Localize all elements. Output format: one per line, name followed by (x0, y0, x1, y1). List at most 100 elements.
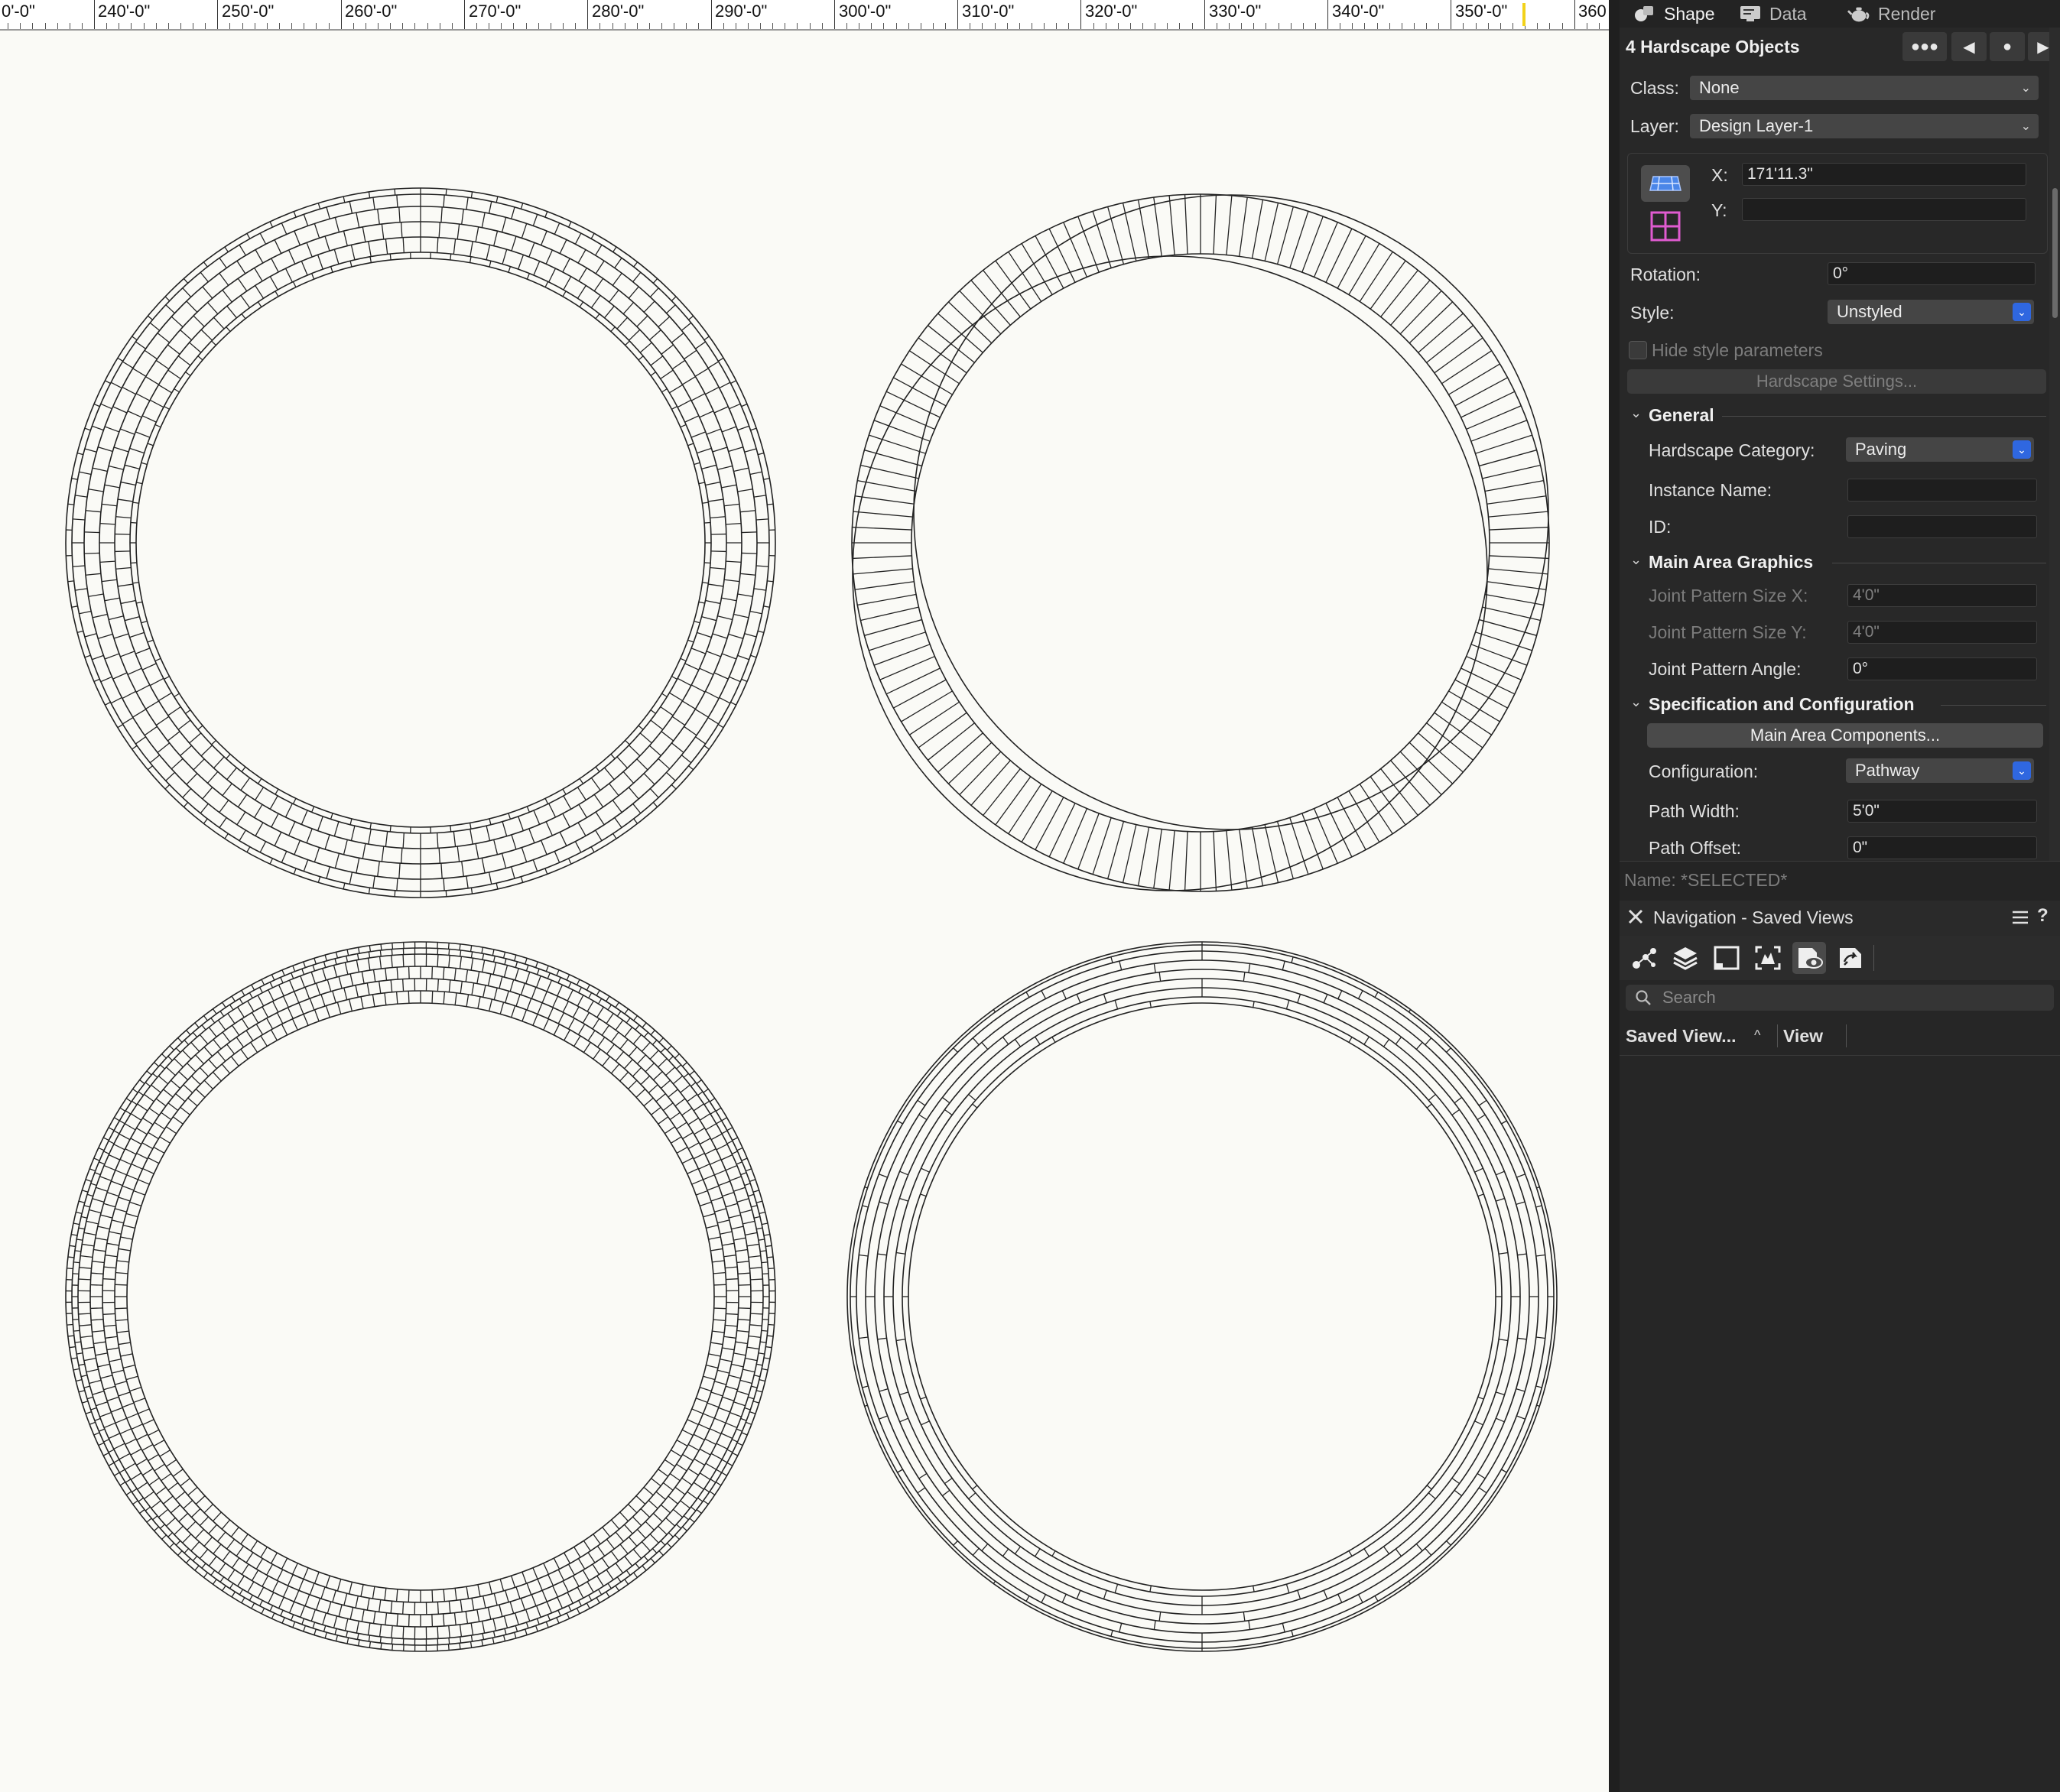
ruler-label: 260'-0" (345, 2, 398, 21)
rotation-field[interactable]: 0° (1828, 262, 2036, 285)
nav-tool-references[interactable] (1834, 942, 1867, 974)
grid-pattern-icon[interactable] (1650, 211, 1681, 246)
saved-view-eye-icon (1798, 948, 1823, 969)
object-info-palette: Shape Data Render 4 Hardscape Objects ●●… (1620, 0, 2060, 901)
chevron-down-icon[interactable]: ⌄ (1630, 405, 1642, 421)
selection-title: 4 Hardscape Objects (1626, 37, 1800, 57)
layer-dropdown[interactable]: Design Layer-1 ⌄ (1690, 114, 2039, 138)
palette-tabbar: Shape Data Render (1620, 0, 2060, 28)
x-field[interactable]: 171'11.3" (1742, 163, 2026, 186)
drawing-canvas[interactable]: 0'-0" 240'-0" 250'-0" 260'-0" 270'-0" 28… (0, 0, 1609, 1792)
section-divider (1722, 416, 2046, 417)
scrollbar-thumb[interactable] (2052, 188, 2058, 318)
classes-network-icon (1633, 948, 1656, 969)
chevron-down-icon: ⌄ (2013, 440, 2031, 459)
ruler-label: 280'-0" (592, 2, 645, 21)
ruler-label: 310'-0" (962, 2, 1015, 21)
column-saved-view[interactable]: Saved View... (1626, 1026, 1736, 1047)
path-offset-label: Path Offset: (1649, 838, 1742, 858)
column-divider (1846, 1024, 1847, 1047)
path-offset-field[interactable]: 0" (1847, 836, 2037, 859)
hardscape-category-dropdown[interactable]: Paving ⌄ (1846, 437, 2034, 462)
nav-tool-layers[interactable] (1668, 942, 1702, 974)
shape-icon (1633, 4, 1656, 24)
id-field[interactable] (1847, 515, 2037, 538)
name-label: Name: (1624, 870, 1676, 890)
viewport-icon (1755, 946, 1781, 970)
joint-pattern-y-label: Joint Pattern Size Y: (1649, 622, 1807, 642)
chevron-down-icon: ⌄ (2020, 82, 2031, 95)
joint-pattern-x-field: 4'0" (1847, 584, 2037, 607)
chevron-down-icon[interactable]: ⌄ (1630, 552, 1642, 568)
tab-data[interactable]: Data (1739, 0, 1807, 28)
ruler-label: 290'-0" (715, 2, 768, 21)
nav-tool-sheet-layers[interactable] (1710, 942, 1743, 974)
column-view[interactable]: View (1783, 1026, 1823, 1047)
hardscape-ring-concentric-bands[interactable] (846, 941, 1558, 1652)
hardscape-ring-small-pavers[interactable] (65, 941, 776, 1652)
panel-divider[interactable] (1609, 0, 1620, 1792)
joint-pattern-angle-field[interactable]: 0° (1847, 657, 2037, 680)
sheet-layer-icon (1714, 946, 1740, 970)
saved-views-column-header: Saved View... ^ View (1620, 1017, 2060, 1056)
triangle-left-icon: ◀ (1963, 38, 1975, 56)
path-width-field[interactable]: 5'0" (1847, 800, 2037, 823)
ellipsis-icon: ●●● (1910, 37, 1939, 55)
style-dropdown[interactable]: Unstyled ⌄ (1828, 300, 2034, 324)
saved-views-search-input[interactable]: Search (1626, 985, 2054, 1011)
teapot-icon (1847, 4, 1870, 24)
configuration-dropdown[interactable]: Pathway ⌄ (1846, 758, 2034, 783)
search-placeholder: Search (1662, 988, 1716, 1007)
nav-tool-saved-views[interactable] (1792, 942, 1826, 974)
ruler-label: 360 (1578, 2, 1607, 21)
class-dropdown[interactable]: None ⌄ (1690, 76, 2039, 100)
menu-icon[interactable] (2011, 908, 2029, 930)
navigation-title: Navigation - Saved Views (1653, 907, 1854, 927)
palette-scrollbar[interactable] (2049, 28, 2060, 861)
y-field[interactable] (1742, 198, 2026, 221)
current-object-button[interactable]: ● (1990, 32, 2025, 61)
nav-tool-viewports[interactable] (1751, 942, 1785, 974)
general-section-title[interactable]: General (1649, 405, 1714, 426)
layers-icon (1673, 947, 1698, 970)
triangle-right-icon: ▶ (2037, 38, 2049, 56)
section-divider (1941, 705, 2046, 706)
name-value[interactable]: *SELECTED* (1681, 870, 1787, 891)
hardscape-plan-icon[interactable] (1641, 165, 1690, 202)
chevron-down-icon[interactable]: ⌄ (1630, 694, 1642, 710)
rotation-label: Rotation: (1630, 265, 1701, 284)
hardscape-drawing[interactable] (0, 31, 1609, 1792)
main-area-components-button[interactable]: Main Area Components... (1647, 723, 2043, 748)
x-label: X: (1711, 165, 1728, 185)
ruler-cursor-marker (1522, 3, 1526, 26)
specification-section-title[interactable]: Specification and Configuration (1649, 694, 1915, 715)
ruler-label: 340'-0" (1332, 2, 1385, 21)
nav-tool-classes[interactable] (1627, 942, 1661, 974)
help-icon[interactable]: ? (2037, 905, 2049, 927)
ruler-label: 330'-0" (1209, 2, 1262, 21)
hardscape-category-label: Hardscape Category: (1649, 440, 1815, 460)
ruler-label: 240'-0" (98, 2, 151, 21)
toolbar-divider (1873, 945, 1874, 971)
ruler-label: 0'-0" (2, 2, 35, 21)
hardscape-ring-running-bond[interactable] (65, 187, 776, 898)
sort-ascending-icon[interactable]: ^ (1754, 1027, 1760, 1044)
hardscape-settings-button[interactable]: Hardscape Settings... (1627, 369, 2046, 394)
y-label: Y: (1711, 200, 1727, 220)
main-area-graphics-section-title[interactable]: Main Area Graphics (1649, 552, 1813, 573)
close-icon[interactable] (1626, 907, 1646, 930)
joint-pattern-x-label: Joint Pattern Size X: (1649, 586, 1808, 605)
tab-render[interactable]: Render (1847, 0, 1935, 28)
previous-object-button[interactable]: ◀ (1951, 32, 1987, 61)
tab-data-label: Data (1769, 3, 1807, 24)
ruler-label: 250'-0" (222, 2, 275, 21)
ruler-label: 350'-0" (1455, 2, 1508, 21)
navigation-toolbar (1620, 936, 2060, 980)
tab-shape[interactable]: Shape (1633, 0, 1715, 28)
ruler-label: 270'-0" (469, 2, 521, 21)
more-options-button[interactable]: ●●● (1902, 32, 1947, 61)
instance-name-field[interactable] (1847, 479, 2037, 502)
hardscape-ring-angled-pavers[interactable] (851, 193, 1550, 892)
hide-style-checkbox[interactable] (1629, 341, 1647, 359)
chevron-down-icon: ⌄ (2013, 761, 2031, 780)
